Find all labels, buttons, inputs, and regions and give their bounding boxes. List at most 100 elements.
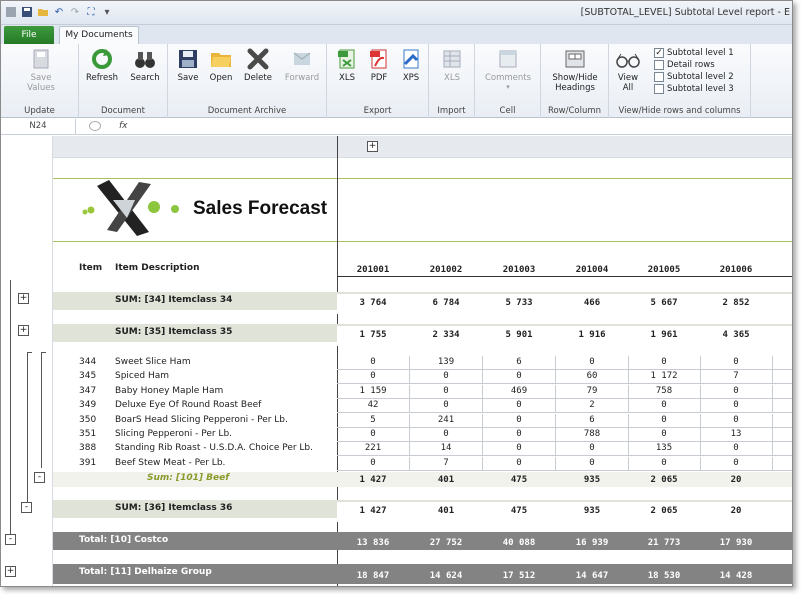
export-xls-button[interactable]: XLS (333, 47, 361, 83)
data-cell[interactable]: 0 (410, 399, 483, 414)
search-button[interactable]: Search (125, 47, 165, 83)
expand-row-group-button[interactable]: + (18, 325, 29, 336)
data-cell[interactable]: 469 (483, 384, 556, 399)
tab-my-documents[interactable]: My Documents (59, 26, 139, 45)
data-cell[interactable]: 0 (337, 456, 410, 471)
data-cell[interactable]: 42 (337, 399, 410, 414)
data-cell[interactable]: 7 (410, 456, 483, 471)
qat-save-icon[interactable] (20, 5, 34, 19)
data-cell[interactable]: 0 (628, 399, 701, 414)
refresh-button[interactable]: Refresh (83, 47, 121, 83)
data-cell[interactable] (773, 370, 792, 385)
data-cell[interactable]: 0 (700, 442, 773, 457)
expand-row-group-button[interactable]: + (5, 566, 16, 577)
data-cell[interactable] (773, 414, 792, 428)
open-button[interactable]: Open (206, 47, 236, 83)
qat-undo-icon[interactable]: ↶ (52, 5, 66, 19)
data-cell[interactable]: 0 (483, 399, 556, 414)
data-cell[interactable] (773, 356, 792, 370)
qat-open-icon[interactable] (36, 5, 50, 19)
data-cell[interactable]: 0 (410, 384, 483, 399)
data-cell[interactable]: 0 (556, 442, 629, 457)
qat-expand-icon[interactable]: ⛶ (84, 5, 98, 19)
data-cell[interactable]: 0 (556, 356, 629, 370)
data-cell[interactable]: 0 (337, 370, 410, 385)
data-cell[interactable]: 14 (410, 442, 483, 457)
export-pdf-button[interactable]: PDF (365, 47, 393, 83)
data-cell[interactable]: 0 (337, 428, 410, 442)
data-cell[interactable]: 0 (556, 456, 629, 471)
data-cell[interactable]: 0 (483, 370, 556, 385)
data-cell[interactable] (773, 428, 792, 442)
data-cell[interactable]: 139 (410, 356, 483, 370)
export-xps-button[interactable]: XPS (397, 47, 425, 83)
data-cell[interactable]: 2 (556, 399, 629, 414)
data-cell[interactable]: 788 (556, 428, 629, 442)
delete-button[interactable]: Delete (241, 47, 275, 83)
data-cell[interactable]: 0 (700, 356, 773, 370)
column-group-expand-button[interactable]: + (367, 141, 378, 152)
fx-label[interactable]: fx (89, 120, 159, 134)
checkbox-subtotal-level-2[interactable]: Subtotal level 2 (654, 72, 734, 82)
data-cell[interactable]: 758 (628, 384, 701, 399)
data-cell[interactable]: 1 172 (628, 370, 701, 385)
checkbox-subtotal-level-3[interactable]: Subtotal level 3 (654, 84, 734, 94)
expand-row-group-button[interactable]: + (18, 293, 29, 304)
data-cell[interactable] (773, 442, 792, 457)
data-cell[interactable]: 5 (337, 413, 410, 428)
data-cell[interactable]: 0 (628, 456, 701, 471)
view-all-button[interactable]: View All (611, 47, 645, 93)
spreadsheet-area: + + + - - - + Sales Forecast Item Item D… (1, 136, 792, 586)
data-cell[interactable]: 7 (700, 370, 773, 385)
data-cell[interactable]: 221 (337, 442, 410, 457)
data-cell[interactable]: 0 (628, 428, 701, 442)
data-cell[interactable]: 0 (483, 442, 556, 457)
data-cell[interactable]: 6 (483, 356, 556, 370)
data-cell[interactable]: 0 (483, 456, 556, 471)
data-cell[interactable]: 0 (483, 428, 556, 442)
qat-redo-icon[interactable]: ↷ (68, 5, 82, 19)
data-cell[interactable]: 0 (700, 413, 773, 428)
data-cell[interactable]: 6 (556, 413, 629, 428)
data-cell[interactable] (773, 399, 792, 414)
data-cell[interactable]: 0 (700, 456, 773, 471)
cell-value: 13 (730, 429, 742, 439)
header-period: 201005 (647, 265, 681, 275)
forward-button[interactable]: Forward (281, 47, 323, 83)
item-number: 349 (79, 400, 97, 411)
data-cell[interactable] (773, 385, 792, 399)
cell-value: 0 (661, 429, 667, 439)
cell-value: 1 427 (359, 475, 387, 485)
data-cell[interactable]: 0 (410, 370, 483, 385)
save-values-button[interactable]: Save Values (21, 47, 61, 93)
cell-value: 1 916 (578, 330, 606, 340)
comments-button[interactable]: Comments ▾ (480, 47, 536, 91)
data-cell[interactable]: 0 (483, 413, 556, 428)
qat-customize-icon[interactable]: ▾ (100, 5, 114, 19)
show-hide-headings-button[interactable]: Show/Hide Headings (545, 47, 605, 93)
data-cell[interactable]: 135 (628, 442, 701, 457)
checkbox-subtotal-level-1[interactable]: ✓ Subtotal level 1 (654, 48, 734, 58)
import-xls-button[interactable]: XLS (437, 47, 467, 83)
data-cell[interactable]: 13 (700, 428, 773, 442)
collapse-row-group-button[interactable]: - (21, 502, 32, 513)
checkbox-detail-rows[interactable]: Detail rows (654, 60, 715, 70)
data-cell[interactable]: 0 (628, 356, 701, 370)
data-cell[interactable]: 1 159 (337, 384, 410, 399)
data-cell[interactable] (773, 457, 792, 471)
data-cell[interactable]: 0 (700, 399, 773, 414)
data-cell[interactable]: 0 (337, 356, 410, 370)
save-button[interactable]: Save (173, 47, 203, 83)
cell-reference-box[interactable]: N24 (1, 119, 76, 135)
cell-value: 0 (733, 357, 739, 367)
data-cell[interactable]: 0 (700, 384, 773, 399)
data-cell[interactable]: 60 (556, 370, 629, 385)
data-cell[interactable]: 241 (410, 413, 483, 428)
data-cell[interactable]: 0 (410, 428, 483, 442)
data-cell[interactable]: 79 (556, 384, 629, 399)
tab-file[interactable]: File (4, 26, 54, 44)
group-document: Refresh Search Document (79, 44, 168, 118)
collapse-row-group-button[interactable]: - (5, 534, 16, 545)
data-cell[interactable]: 0 (628, 413, 701, 428)
collapse-row-group-button[interactable]: - (34, 472, 45, 483)
